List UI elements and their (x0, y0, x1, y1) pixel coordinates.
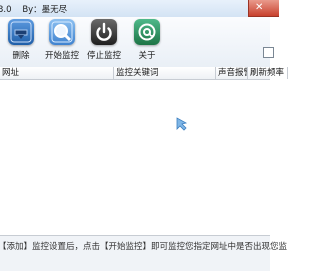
close-icon[interactable]: ✕ (255, 2, 263, 13)
side-checkbox[interactable] (263, 47, 274, 58)
delete-icon[interactable] (8, 19, 34, 45)
usage-hint: 【添加】监控设置后，点击【开始监控】即可监控您指定网址中是否出现您监 (0, 242, 288, 252)
power-icon[interactable] (91, 19, 117, 45)
about-button[interactable]: 关于 (129, 19, 165, 65)
close-button[interactable]: ✕ (248, 0, 279, 17)
title-bar: 3.0 By：墨无尽 ✕ (0, 0, 279, 18)
mouse-cursor-icon (176, 117, 188, 131)
column-sound-alarm[interactable]: 声音报警 (216, 67, 248, 79)
column-keyword[interactable]: 监控关键词 (114, 67, 216, 79)
column-refresh-rate[interactable]: 刷新频率 (248, 67, 288, 79)
status-bar: 【添加】监控设置后，点击【开始监控】即可监控您指定网址中是否出现您监 (0, 235, 287, 271)
search-icon[interactable] (49, 19, 75, 45)
about-label: 关于 (138, 51, 156, 61)
monitor-list[interactable]: 网址 监控关键词 声音报警 刷新频率 (0, 67, 288, 235)
column-url[interactable]: 网址 (0, 67, 114, 79)
toolbar: 删除 开始监控 停止监控 关于 (0, 17, 274, 68)
list-header: 网址 监控关键词 声音报警 刷新频率 (0, 67, 288, 80)
start-monitor-button[interactable]: 开始监控 (44, 19, 80, 65)
window-title: 3.0 By：墨无尽 (0, 5, 68, 15)
stop-monitor-button[interactable]: 停止监控 (86, 19, 122, 65)
at-icon[interactable] (134, 19, 160, 45)
